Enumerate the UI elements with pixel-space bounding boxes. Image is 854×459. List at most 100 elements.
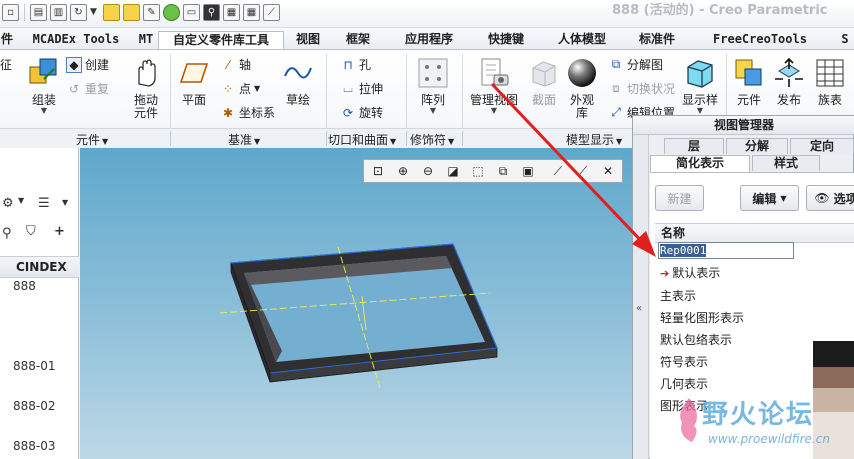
group-model-display[interactable]: 模型显示 ▼ [566,131,622,148]
element-label: 元件 [736,93,761,107]
chevron-down-icon[interactable]: ▼ [254,84,260,93]
list-item[interactable]: 默认包络表示 [660,331,732,348]
group-modifiers[interactable]: 修饰符 ▼ [410,131,454,148]
save-icon[interactable]: ▥ [50,4,67,21]
publish-button[interactable]: 发布 [772,56,806,107]
tab-human-model[interactable]: 人体模型 [546,31,618,49]
binoculars-icon[interactable]: ⚲ [2,226,12,241]
list-icon[interactable]: ☰ [38,196,50,211]
plane-button[interactable]: 平面 [176,56,212,107]
tree-row[interactable]: 888-02 [13,399,56,413]
revolve-icon: ⟳ [342,105,354,120]
list-item[interactable]: 图形表示 [660,397,708,414]
manage-views-icon [477,56,511,90]
settings-icon[interactable]: ⚙ [2,196,14,211]
new-button[interactable]: 新建 [655,185,704,211]
model-frame-part[interactable] [80,148,632,459]
folder-tree-icon[interactable] [123,4,140,21]
table-icon[interactable]: ▦ [243,4,260,21]
graphics-window[interactable]: ⊡ ⊕ ⊖ ◪ ⬚ ⧉ ▣ ⟋ ⟋ ✕ [80,148,632,459]
repeat-button[interactable]: ↺ 重复 [66,80,109,97]
tab-applications[interactable]: 应用程序 [392,31,466,49]
tree-row[interactable]: 888-03 [13,439,56,453]
edit-dropdown-button[interactable]: 编辑 ▼ [740,185,799,211]
drag-component-button[interactable]: 拖动 元件 [128,56,164,120]
chevron-down-icon[interactable]: ▼ [697,107,703,115]
rename-input[interactable]: Rep0001 [658,242,794,259]
layout-icon[interactable]: ▦ [223,4,240,21]
add-icon[interactable]: + [54,224,65,239]
chevron-down-icon[interactable]: ▼ [491,107,497,115]
hole-button[interactable]: ⊓ 孔 [340,56,371,73]
collapse-panel-handle[interactable]: « [633,135,649,459]
pattern-button[interactable]: 阵列 ▼ [414,56,452,115]
chevron-down-icon[interactable]: ▼ [18,196,24,205]
extrude-label: 拉伸 [359,82,384,96]
tab-shortcuts[interactable]: 快捷键 [476,31,536,49]
name-column-header[interactable]: 名称 [655,223,854,243]
tab-layers[interactable]: 层 [664,138,724,154]
tab-freecreotools[interactable]: FreeCreoTools [704,31,816,49]
list-item[interactable]: 符号表示 [660,353,708,370]
extrude-button[interactable]: ⌴ 拉伸 [340,80,383,97]
status-icon[interactable] [163,4,180,21]
family-table-button[interactable]: 族表 [812,56,848,107]
explode-view-button[interactable]: ⧉ 分解图 [608,56,663,73]
group-component-label: 元件 [76,133,101,147]
display-style-button[interactable]: 显示样 ▼ [680,56,720,115]
list-item[interactable]: ➔ 默认表示 [660,264,720,281]
tree-row[interactable]: 888 [13,279,36,293]
tab-explode[interactable]: 分解 [726,138,788,154]
list-item[interactable]: 轻量化图形表示 [660,309,744,326]
tab-orient[interactable]: 定向 [790,138,854,154]
folder-icon[interactable] [103,4,120,21]
group-cut-surface[interactable]: 切口和曲面 ▼ [328,131,396,148]
manage-views-button[interactable]: 管理视图 ▼ [468,56,520,115]
tab-mcadex-tools[interactable]: MCADEx Tools [20,31,132,49]
tab-mt[interactable]: MT [134,31,158,49]
group-component[interactable]: 元件 ▼ [76,131,108,148]
new-icon[interactable]: ▫ [2,4,19,21]
tree-column-header[interactable]: CINDEX [0,256,79,278]
appearance-button[interactable]: 外观 库 [564,56,600,120]
assemble-button[interactable]: 组装 ▼ [26,56,62,115]
revolve-button[interactable]: ⟳ 旋转 [340,104,383,121]
tab-frame[interactable]: 框架 [338,31,378,49]
tab-custom-library[interactable]: 自定义零件库工具 [158,31,284,49]
tab-standard-parts[interactable]: 标准件 [628,31,686,49]
point-button[interactable]: ⁘ 点 ▼ [220,80,260,97]
element-button[interactable]: 元件 [732,56,766,107]
tree-row[interactable]: 888-01 [13,359,56,373]
window-icon[interactable]: ▭ [183,4,200,21]
regenerate-icon[interactable]: ↻ [70,4,87,21]
create-button[interactable]: ◆ 创建 [66,56,109,73]
list-item[interactable]: 几何表示 [660,375,708,392]
tab-view[interactable]: 视图 [288,31,328,49]
csys-button[interactable]: ✱ 坐标系 [220,104,275,121]
options-button[interactable]: 👁 选项 [806,185,854,211]
list-item[interactable]: 主表示 [660,287,696,304]
measure-icon[interactable]: ⟋ [263,4,280,21]
open-icon[interactable]: ▤ [30,4,47,21]
group-datum[interactable]: 基准 ▼ [228,131,260,148]
binoculars-icon[interactable]: ⚲ [203,4,220,21]
chevron-down-icon[interactable]: ▼ [430,107,436,115]
chevron-down-icon[interactable]: ▼ [41,107,47,115]
hand-icon [129,56,163,90]
chevron-down-icon: ▼ [390,137,397,146]
list-item-label: 默认表示 [672,266,721,280]
chevron-down-icon[interactable]: ▼ [90,4,100,21]
tab-style[interactable]: 样式 [752,155,820,171]
divider [406,131,407,146]
filter-icon[interactable]: ⛉ [26,224,36,239]
sketch-button[interactable]: 草绘 [280,56,316,107]
tab-simplified-rep[interactable]: 简化表示 [650,155,750,172]
toggle-state-button[interactable]: ⧈ 切换状况 [608,80,675,97]
photo-thumbnail [813,341,854,459]
tab-s[interactable]: S [836,31,854,49]
chevron-down-icon[interactable]: ▼ [62,198,68,207]
section-button[interactable]: 截面 [528,56,560,107]
axis-button[interactable]: ⁄ 轴 [220,56,251,73]
edit-icon[interactable]: ✎ [143,4,160,21]
tab-part[interactable]: 件 [0,31,14,49]
